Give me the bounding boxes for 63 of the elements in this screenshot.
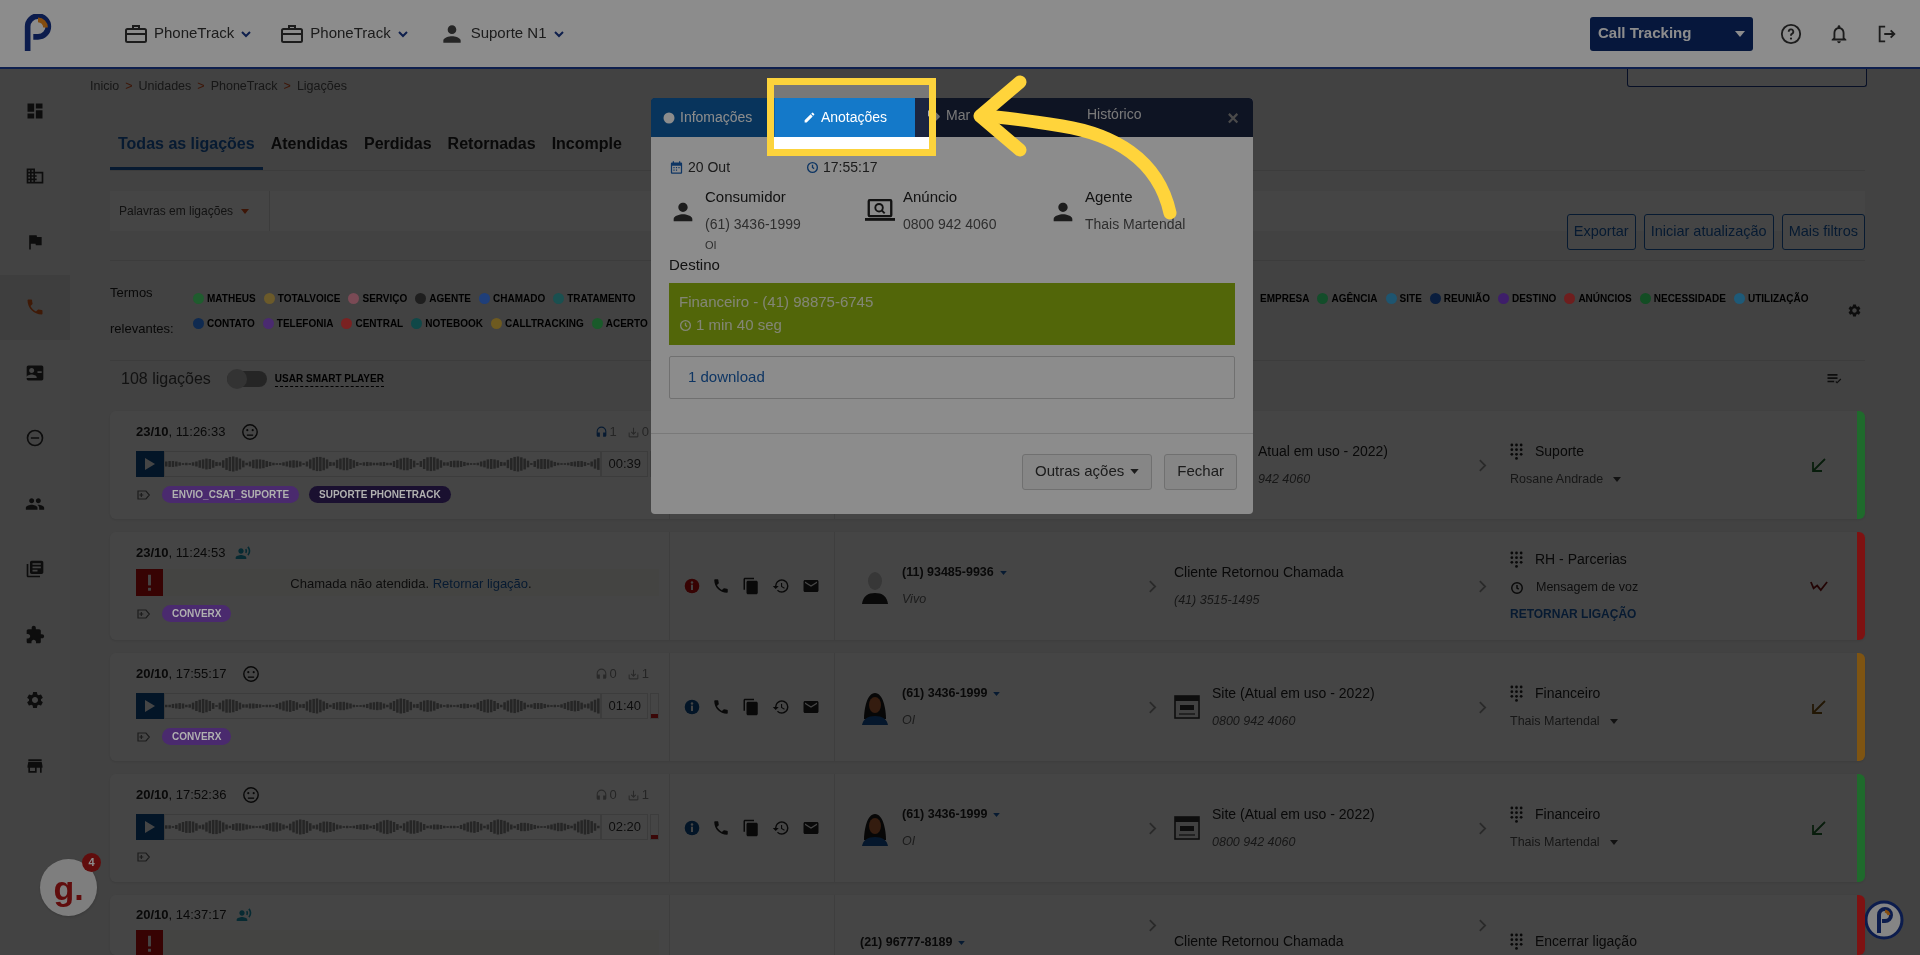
caller-number[interactable]: (11) 93485-9936 [902,563,1007,582]
term-label[interactable]: UTILIZAÇÃO [1748,290,1809,306]
term-label[interactable]: CENTRAL [355,315,404,331]
party-title: Anúncio [903,187,959,207]
team-name: Financeiro [1535,684,1601,704]
term-label[interactable]: NECESSIDADE [1653,290,1726,306]
caller-number[interactable]: (21) 96777-8189 [860,933,966,952]
destination-name: Atual em uso - 2022) [1258,442,1388,462]
term-label[interactable]: TOTALVOICE [277,290,341,306]
call-date: 20 Out [688,157,731,177]
call-status: Mensagem de voz [1536,579,1639,597]
term-label[interactable]: SITE [1399,290,1422,306]
term-label[interactable]: EMPRESA [1260,290,1310,306]
party-title: Agente [1085,187,1134,207]
term-label[interactable]: TRATAMENTO [567,290,636,306]
tag[interactable]: ENVIO_CSAT_SUPORTE [162,486,300,503]
team-name: Financeiro [1535,805,1601,825]
term-label[interactable]: SERVIÇO [362,290,408,306]
team-name: RH - Parcerias [1535,550,1627,570]
terms-label: Termos [110,284,154,302]
party-value: (61) 3436-1999 [705,214,801,234]
term-label[interactable]: NOTEBOOK [425,315,483,331]
call-datetime: 23/10, 11:24:53 [136,544,226,563]
term-label[interactable]: CHAMADO [493,290,546,306]
caller-number[interactable]: (61) 3436-1999 [902,805,1001,824]
call-datetime: 23/10, 11:26:33 [136,423,226,442]
term-label[interactable]: AGENTE [429,290,471,306]
carrier-name: OI [705,237,718,253]
terms-label: relevantes: [110,319,175,338]
term-label[interactable]: TELEFONIA [276,315,334,331]
destination-name: Cliente Retornou Chamada [1174,563,1344,583]
term-label[interactable]: MATHEUS [207,290,256,306]
term-label[interactable]: ANÚNCIOS [1578,290,1632,306]
destination-name: Financeiro - (41) 98875-6745 [679,291,875,312]
term-label[interactable]: DESTINO [1511,290,1557,306]
tag[interactable]: CONVERX [162,605,232,622]
caller-number[interactable]: (61) 3436-1999 [902,684,1001,703]
breadcrumb-separator: > [283,78,291,95]
call-duration: 1 min 40 seg [696,315,782,335]
team-name: Suporte [1535,442,1585,462]
term-label[interactable]: REUNIÃO [1443,290,1490,306]
tag[interactable]: SUPORTE PHONETRACK [309,486,451,503]
call-datetime: 20/10, 14:37:17 [136,906,227,924]
call-time: 17:55:17 [823,157,878,177]
destination-name: Site (Atual em uso - 2022) [1212,684,1375,704]
destination-label: Destino [669,255,721,275]
party-value: 0800 942 4060 [903,214,997,234]
term-label[interactable]: AGÊNCIA [1331,290,1378,306]
call-datetime: 20/10, 17:52:36 [136,786,227,805]
destination-name: Cliente Retornou Chamada [1174,932,1344,951]
term-label[interactable]: CALLTRACKING [505,315,584,331]
breadcrumb-separator: > [125,78,133,95]
party-value: Thais Martendal [1085,214,1186,234]
edit-icon [802,111,816,124]
destination-name: Site (Atual em uso - 2022) [1212,805,1375,825]
team-name: Encerrar ligação [1535,932,1637,951]
tag[interactable]: CONVERX [162,728,232,745]
breadcrumb-separator: > [197,78,205,95]
call-datetime: 20/10, 17:55:17 [136,665,227,684]
tab[interactable]: Anotações [775,98,915,137]
party-title: Consumidor [705,187,787,207]
term-label[interactable]: CONTATO [207,315,255,331]
term-label[interactable]: ACERTO [605,315,648,331]
